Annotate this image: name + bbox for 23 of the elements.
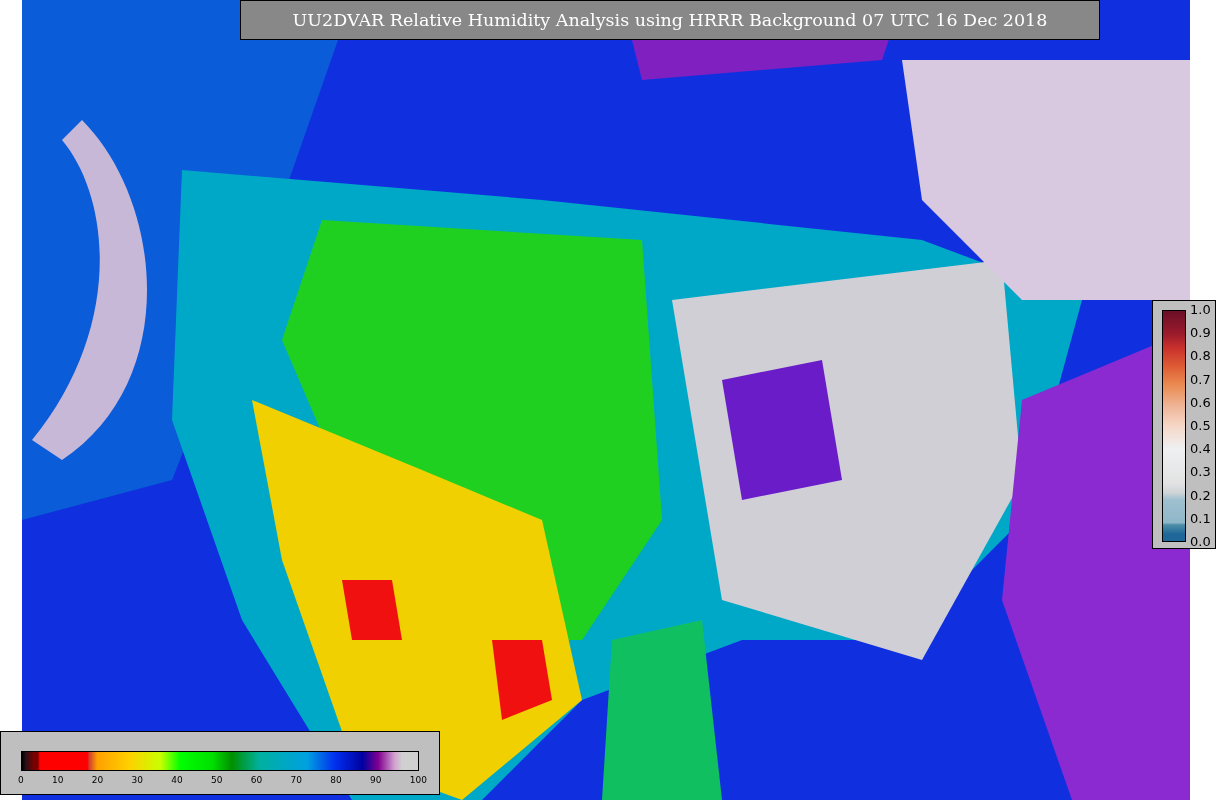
chart-title: UU2DVAR Relative Humidity Analysis using HRRR Background 07 UTC 16 Dec 2018	[240, 0, 1100, 40]
tick-label: 1.0	[1190, 302, 1211, 318]
tick-label: 0.8	[1190, 348, 1211, 365]
tick-label: 60	[250, 775, 263, 785]
tick-label: 0.9	[1190, 325, 1211, 342]
tick-label: 40	[171, 775, 183, 785]
tick-label: 0.5	[1190, 417, 1211, 434]
tick-label: 10	[52, 775, 64, 785]
tick-label: 20	[91, 775, 104, 785]
tick-label: 0	[18, 775, 24, 785]
tick-label: 0.3	[1190, 464, 1211, 481]
tick-label: 0.7	[1190, 371, 1211, 388]
tick-label: 0.0	[1190, 533, 1211, 550]
tick-label: 0.2	[1190, 487, 1211, 504]
tick-label: 50	[211, 775, 223, 785]
tick-label: 100	[409, 775, 427, 785]
tick-label: 0.4	[1190, 441, 1211, 458]
tick-label: 80	[330, 775, 342, 785]
tick-label: 0.6	[1190, 394, 1211, 411]
tick-label: 90	[370, 775, 382, 785]
tick-label: 30	[131, 775, 143, 785]
tick-label: 70	[290, 775, 302, 785]
tick-label: 0.1	[1190, 510, 1211, 527]
